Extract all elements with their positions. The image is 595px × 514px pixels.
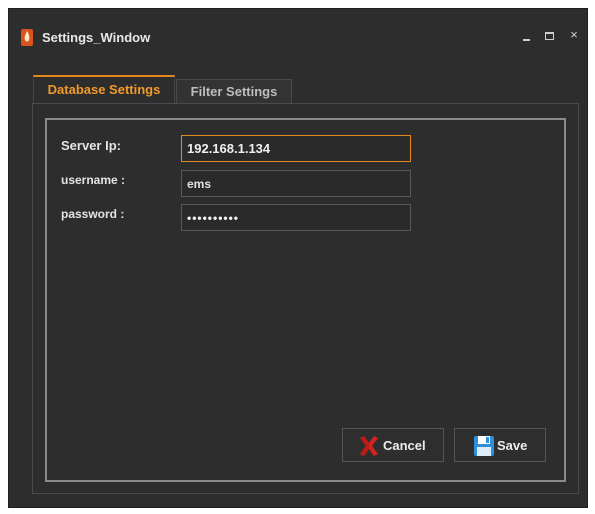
tab-database-settings[interactable]: Database Settings [33,75,175,103]
server-ip-input[interactable] [181,135,411,162]
title-bar[interactable]: Settings_Window × [9,9,587,61]
password-label: password : [61,207,125,221]
save-button[interactable]: Save [454,428,546,462]
window-title: Settings_Window [42,30,151,45]
maximize-button[interactable] [543,27,557,43]
maximize-icon [545,32,554,40]
connection-group-box: Server Ip: username : password : Cancel [45,118,566,482]
server-ip-label: Server Ip: [61,138,121,153]
database-settings-panel: Server Ip: username : password : Cancel [32,103,579,494]
tab-filter-settings[interactable]: Filter Settings [176,79,292,104]
settings-window: Settings_Window × Database Settings Filt… [8,8,588,508]
cancel-label: Cancel [383,438,426,453]
username-input[interactable] [181,170,411,197]
minimize-button[interactable] [520,27,534,43]
close-button[interactable]: × [567,27,581,43]
cancel-button[interactable]: Cancel [342,428,444,462]
username-label: username : [61,173,126,187]
app-flame-icon [21,29,33,46]
minimize-icon [523,39,530,41]
red-x-icon [360,436,378,456]
password-input[interactable] [181,204,411,231]
save-label: Save [497,438,528,453]
floppy-disk-icon [474,436,494,456]
